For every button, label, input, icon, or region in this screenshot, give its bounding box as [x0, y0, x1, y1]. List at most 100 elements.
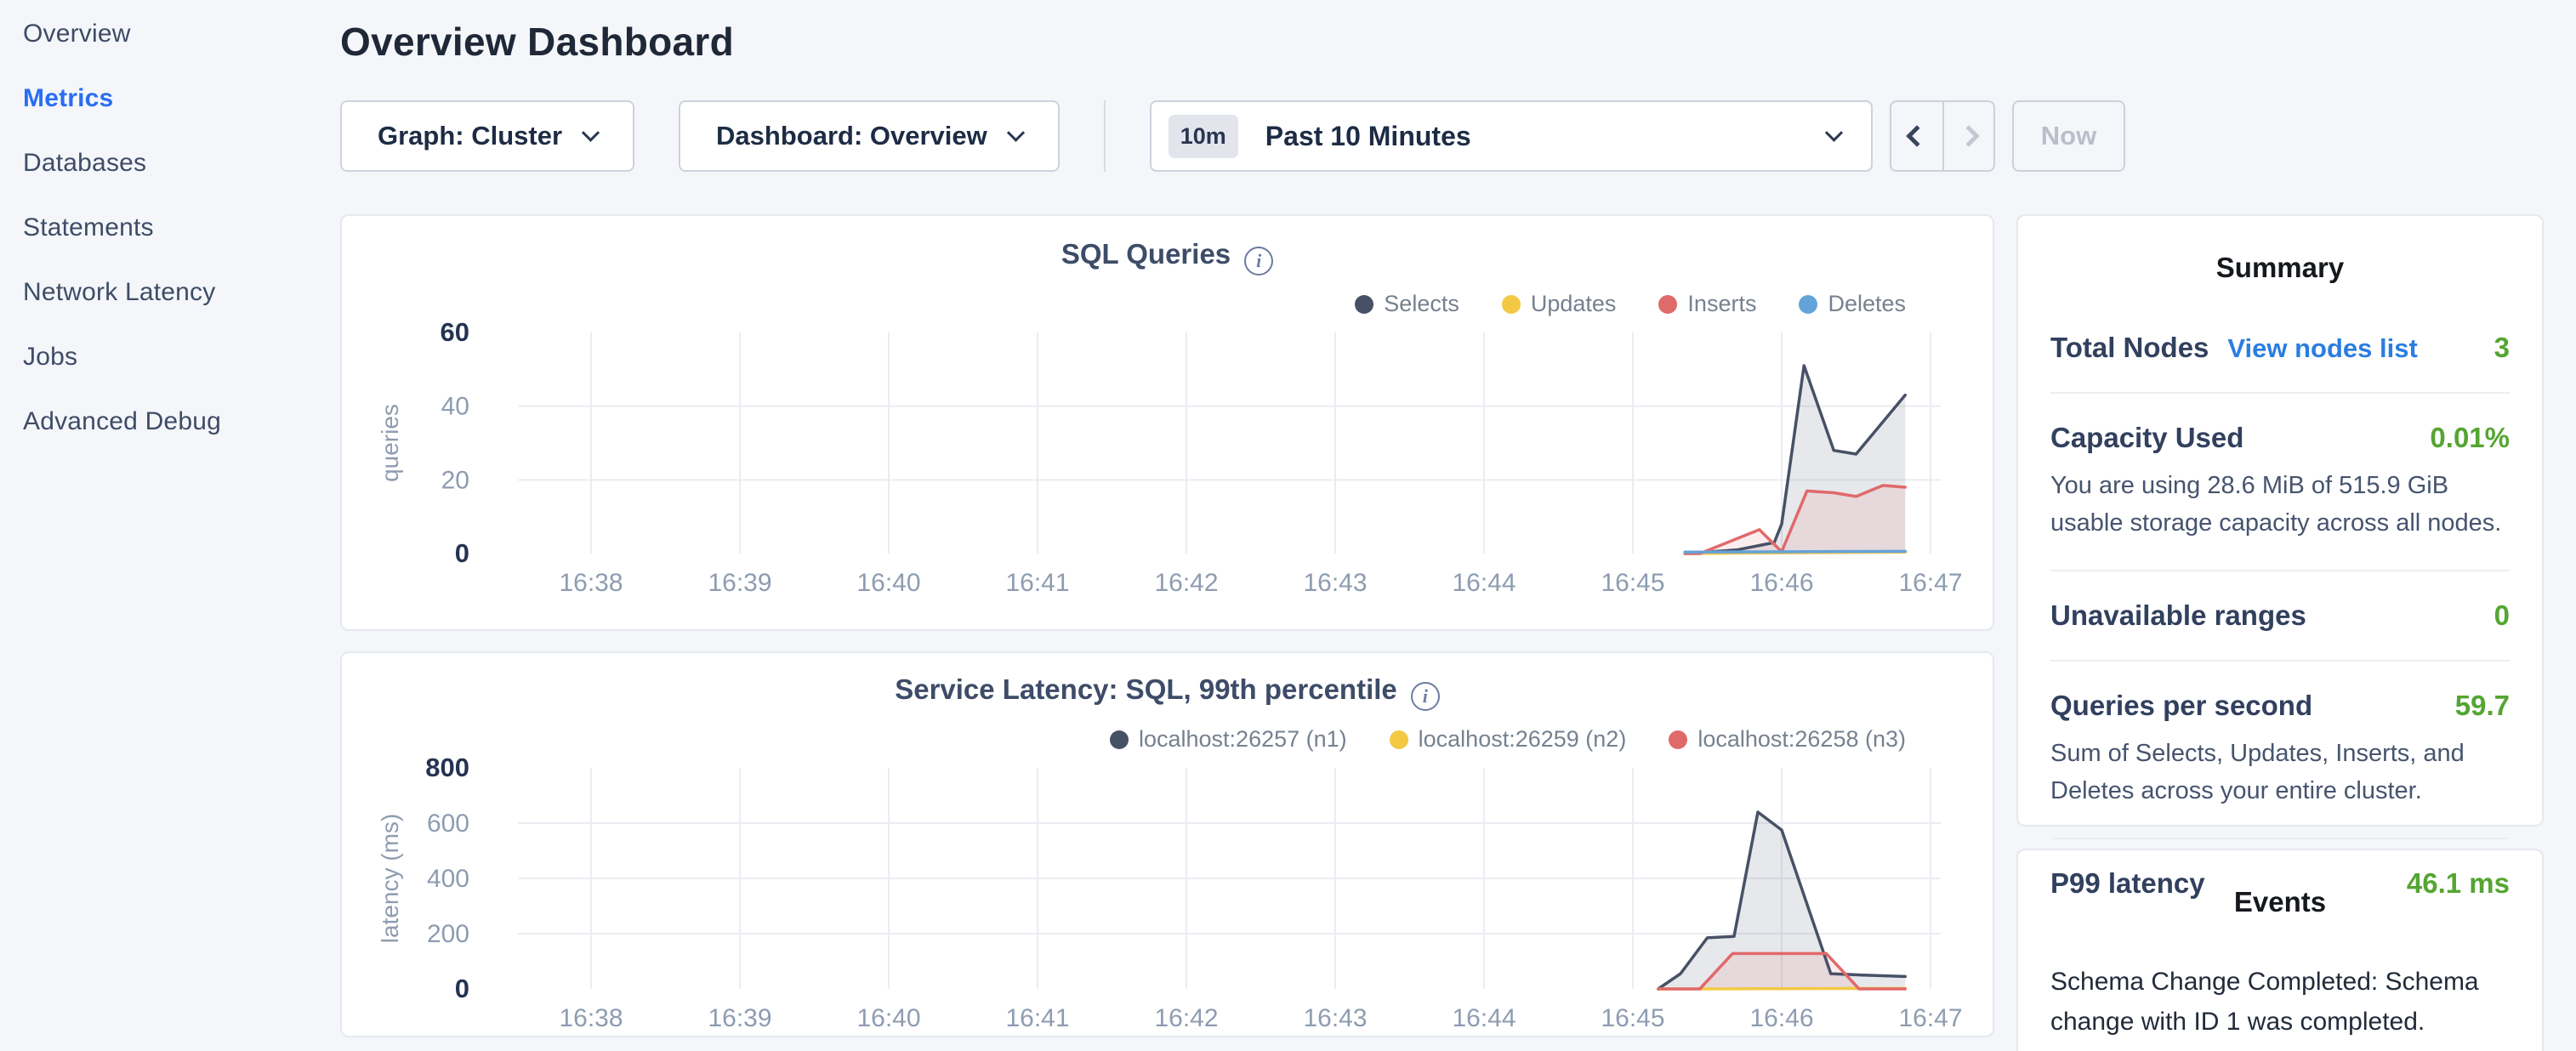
right-column: Summary Total Nodes View nodes list 3 Ca…: [2016, 214, 2544, 1051]
inserts-dot-icon: [1658, 295, 1677, 314]
svg-text:16:39: 16:39: [708, 569, 771, 597]
svg-text:16:45: 16:45: [1601, 569, 1664, 597]
svg-text:16:47: 16:47: [1898, 569, 1962, 597]
info-icon[interactable]: i: [1411, 682, 1440, 711]
legend-item: localhost:26257 (n1): [1110, 726, 1347, 753]
svg-text:16:44: 16:44: [1452, 1004, 1515, 1032]
page-title: Overview Dashboard: [340, 19, 2544, 65]
dashboard-dropdown[interactable]: Dashboard: Overview: [679, 100, 1060, 172]
summary-title: Summary: [2050, 252, 2510, 284]
service-latency-chart-title: Service Latency: SQL, 99th percentile: [895, 673, 1397, 705]
sql-queries-legend: Selects Updates Inserts Deletes: [342, 291, 1993, 317]
legend-label: localhost:26259 (n2): [1419, 726, 1627, 753]
legend-label: Updates: [1531, 291, 1617, 317]
legend-item: Deletes: [1799, 291, 1906, 317]
chevron-right-icon: [1958, 125, 1979, 146]
divider: [2050, 570, 2510, 571]
svg-text:16:47: 16:47: [1898, 1004, 1962, 1032]
unavailable-ranges-label: Unavailable ranges: [2050, 599, 2306, 632]
p99-latency-value: 46.1 ms: [2407, 867, 2510, 900]
capacity-used-value: 0.01%: [2430, 422, 2510, 454]
queries-per-second-label: Queries per second: [2050, 690, 2312, 722]
event-list-item[interactable]: Schema Change Completed: Schema change w…: [2050, 963, 2510, 1051]
summary-row-capacity-used: Capacity Used 0.01% You are using 28.6 M…: [2050, 422, 2510, 542]
node2-dot-icon: [1390, 730, 1408, 749]
queries-per-second-description: Sum of Selects, Updates, Inserts, and De…: [2050, 736, 2510, 810]
svg-text:200: 200: [427, 920, 469, 948]
svg-text:800: 800: [425, 758, 469, 782]
svg-text:20: 20: [441, 466, 469, 494]
svg-text:600: 600: [427, 810, 469, 838]
legend-label: localhost:26257 (n1): [1139, 726, 1347, 753]
main-content: Overview Dashboard Graph: Cluster Dashbo…: [340, 0, 2544, 1051]
svg-text:16:46: 16:46: [1749, 569, 1813, 597]
graph-node-dropdown-label: Graph: Cluster: [378, 121, 562, 151]
legend-label: localhost:26258 (n3): [1697, 726, 1906, 753]
summary-row-total-nodes: Total Nodes View nodes list 3: [2050, 332, 2510, 364]
service-latency-chart-plot[interactable]: 020040060080016:3816:3916:4016:4116:4216…: [342, 758, 1993, 1038]
summary-body: Total Nodes View nodes list 3 Capacity U…: [2050, 332, 2510, 900]
summary-row-unavailable-ranges: Unavailable ranges 0: [2050, 599, 2510, 632]
svg-text:16:38: 16:38: [559, 1004, 623, 1032]
capacity-used-description: You are using 28.6 MiB of 515.9 GiB usab…: [2050, 468, 2510, 542]
svg-text:0: 0: [455, 974, 469, 1003]
chart-title-row: SQL Queriesi: [342, 238, 1993, 276]
legend-label: Inserts: [1687, 291, 1756, 317]
svg-text:40: 40: [441, 393, 469, 421]
info-icon[interactable]: i: [1244, 247, 1273, 276]
sidebar-item-network-latency[interactable]: Network Latency: [0, 260, 340, 325]
p99-latency-label: P99 latency: [2050, 867, 2205, 900]
time-range-label: Past 10 Minutes: [1265, 121, 1471, 152]
capacity-used-label: Capacity Used: [2050, 422, 2243, 454]
svg-text:16:44: 16:44: [1452, 569, 1515, 597]
sidebar-item-jobs[interactable]: Jobs: [0, 325, 340, 389]
chevron-left-icon: [1906, 125, 1927, 146]
time-pager: [1890, 100, 1995, 172]
divider: [2050, 838, 2510, 839]
svg-text:16:38: 16:38: [559, 569, 623, 597]
svg-text:16:40: 16:40: [856, 569, 920, 597]
svg-text:0: 0: [455, 538, 469, 568]
sidebar-item-statements[interactable]: Statements: [0, 196, 340, 260]
charts-column: SQL Queriesi Selects Updates Inserts Del…: [340, 214, 1994, 1051]
service-latency-legend: localhost:26257 (n1) localhost:26259 (n2…: [342, 726, 1993, 753]
svg-text:queries: queries: [377, 404, 403, 482]
chevron-down-icon: [582, 123, 600, 141]
summary-panel: Summary Total Nodes View nodes list 3 Ca…: [2016, 214, 2544, 827]
time-prev-button[interactable]: [1891, 102, 1942, 170]
time-next-button[interactable]: [1942, 102, 1993, 170]
summary-row-queries-per-second: Queries per second 59.7 Sum of Selects, …: [2050, 690, 2510, 810]
sidebar-item-advanced-debug[interactable]: Advanced Debug: [0, 389, 340, 454]
chevron-down-icon: [1007, 123, 1025, 141]
time-range-dropdown[interactable]: 10m Past 10 Minutes: [1150, 100, 1873, 172]
sql-queries-chart-plot[interactable]: 020406016:3816:3916:4016:4116:4216:4316:…: [342, 322, 1993, 603]
queries-per-second-value: 59.7: [2455, 690, 2510, 722]
deletes-dot-icon: [1799, 295, 1817, 314]
svg-text:16:43: 16:43: [1303, 1004, 1367, 1032]
divider: [2050, 392, 2510, 394]
legend-item: localhost:26259 (n2): [1390, 726, 1627, 753]
unavailable-ranges-value: 0: [2494, 599, 2510, 632]
svg-text:60: 60: [441, 322, 469, 347]
svg-text:16:41: 16:41: [1005, 1004, 1069, 1032]
node1-dot-icon: [1110, 730, 1129, 749]
svg-text:16:42: 16:42: [1154, 1004, 1218, 1032]
controls-bar: Graph: Cluster Dashboard: Overview 10m P…: [340, 100, 2544, 172]
event-message: Schema Change Completed: Schema change w…: [2050, 963, 2510, 1042]
sidebar-item-databases[interactable]: Databases: [0, 131, 340, 196]
graph-node-dropdown[interactable]: Graph: Cluster: [340, 100, 634, 172]
chevron-down-icon: [1825, 123, 1843, 141]
time-range-badge: 10m: [1169, 115, 1238, 158]
svg-text:400: 400: [427, 865, 469, 893]
svg-text:16:46: 16:46: [1749, 1004, 1813, 1032]
svg-text:16:45: 16:45: [1601, 1004, 1664, 1032]
service-latency-chart-card: Service Latency: SQL, 99th percentile i l…: [340, 651, 1994, 1037]
sidebar-item-overview[interactable]: Overview: [0, 2, 340, 66]
updates-dot-icon: [1502, 295, 1521, 314]
content-row: SQL Queriesi Selects Updates Inserts Del…: [340, 214, 2544, 1051]
sidebar-item-metrics[interactable]: Metrics: [0, 66, 340, 131]
now-button[interactable]: Now: [2012, 100, 2125, 172]
view-nodes-list-link[interactable]: View nodes list: [2227, 333, 2417, 364]
sql-queries-chart-card: SQL Queriesi Selects Updates Inserts Del…: [340, 214, 1994, 631]
total-nodes-value: 3: [2494, 332, 2510, 364]
